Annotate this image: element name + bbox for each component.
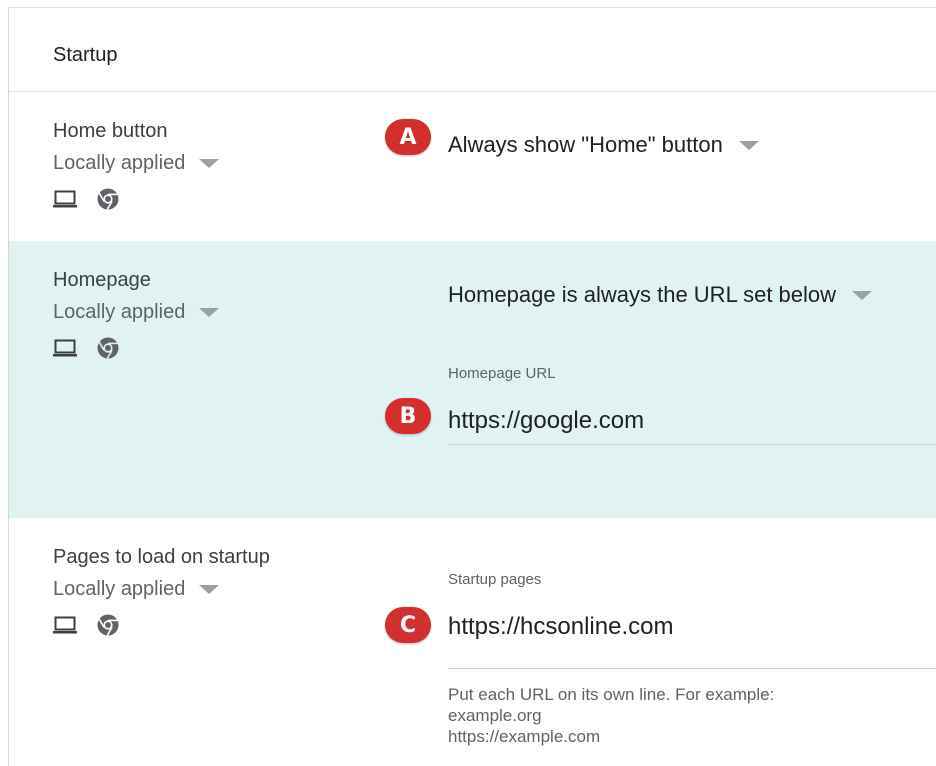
setting-row-startup-pages: Pages to load on startup Locally applied…	[9, 518, 936, 766]
homepage-url-label: Homepage URL	[448, 365, 556, 382]
help-line: https://example.com	[448, 727, 601, 746]
dropdown-caret-icon	[199, 585, 220, 594]
select-value: Always show "Home" button	[448, 132, 723, 157]
chrome-icon	[97, 188, 119, 210]
chrome-icon	[97, 614, 119, 636]
setting-name: Pages to load on startup	[53, 546, 270, 568]
dropdown-caret-icon	[199, 308, 220, 317]
select-value: Homepage is always the URL set below	[448, 282, 837, 307]
applied-dropdown[interactable]: Locally applied	[53, 152, 220, 175]
setting-row-homepage: Homepage Locally applied Homepage is alw…	[9, 241, 936, 518]
applied-label: Locally applied	[53, 578, 186, 600]
dropdown-caret-icon	[199, 159, 220, 168]
annotation-badge-a: A	[385, 119, 431, 155]
laptop-icon	[53, 616, 77, 634]
home-button-select[interactable]: Always show "Home" button	[448, 132, 759, 158]
chrome-icon	[97, 337, 119, 359]
annotation-badge-c: C	[385, 607, 431, 643]
textarea-underline	[448, 668, 936, 669]
dropdown-caret-icon	[852, 290, 873, 300]
homepage-url-input[interactable]: https://google.com	[448, 407, 644, 435]
section-header: Startup	[9, 8, 936, 92]
applied-dropdown[interactable]: Locally applied	[53, 301, 220, 324]
startup-pages-textarea[interactable]: https://hcsonline.com	[448, 613, 673, 641]
annotation-badge-b: B	[385, 398, 431, 434]
applied-label: Locally applied	[53, 152, 186, 174]
applied-label: Locally applied	[53, 301, 186, 323]
startup-pages-help: Put each URL on its own line. For exampl…	[448, 684, 774, 747]
startup-pages-label: Startup pages	[448, 571, 542, 588]
section-title: Startup	[53, 44, 118, 66]
help-line: Put each URL on its own line. For exampl…	[448, 685, 775, 704]
laptop-icon	[53, 190, 77, 208]
homepage-select[interactable]: Homepage is always the URL set below	[448, 282, 873, 308]
laptop-icon	[53, 339, 77, 357]
input-underline	[448, 444, 936, 445]
dropdown-caret-icon	[738, 140, 759, 150]
setting-name: Home button	[53, 120, 168, 142]
platform-icons	[53, 337, 119, 359]
platform-icons	[53, 188, 119, 210]
setting-row-home-button: Home button Locally applied A Always sho…	[9, 92, 936, 241]
setting-name: Homepage	[53, 269, 151, 291]
platform-icons	[53, 614, 119, 636]
help-line: example.org	[448, 706, 542, 725]
applied-dropdown[interactable]: Locally applied	[53, 578, 220, 601]
